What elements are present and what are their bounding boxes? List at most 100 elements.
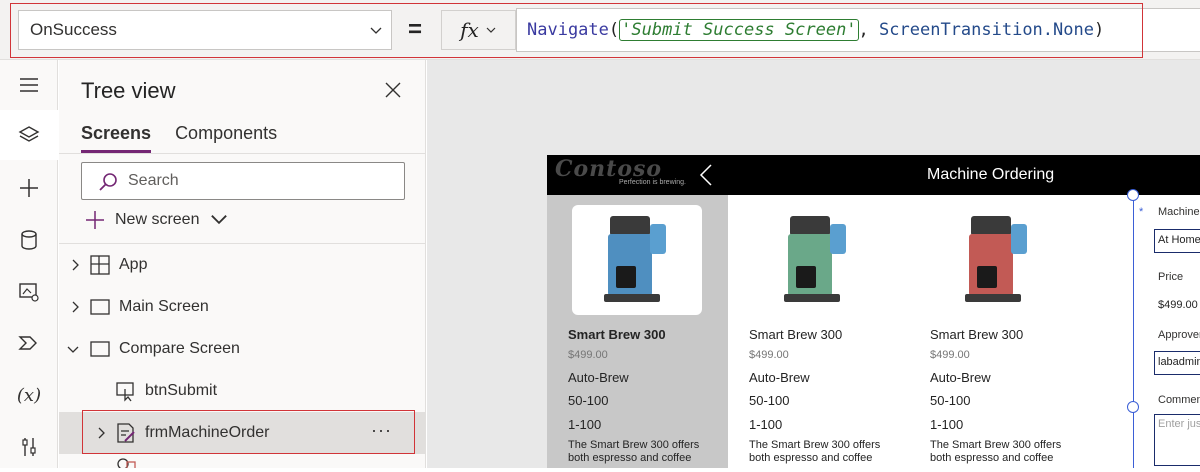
tab-screens[interactable]: Screens	[81, 123, 152, 153]
tree-tabs: Screens Components	[81, 123, 277, 153]
product-range2: 1-100	[568, 417, 602, 432]
product-brew: Auto-Brew	[749, 370, 810, 385]
divider	[59, 153, 426, 154]
tools-icon	[22, 438, 36, 456]
tree-node-app[interactable]: App	[59, 244, 426, 286]
product-desc-line2: both espresso and coffee	[568, 452, 692, 464]
product-name: Smart Brew 300	[930, 327, 1024, 342]
product-range2: 1-100	[930, 417, 964, 432]
menu-icon	[20, 78, 38, 92]
left-rail: (x)	[0, 60, 58, 468]
product-description: The Smart Brew 300 offers both espresso a…	[568, 439, 708, 465]
formula-bar: OnSuccess = fx Navigate('Submit Success …	[0, 0, 1200, 60]
product-range1: 50-100	[568, 393, 609, 408]
tree-node-label: frmMachineOrder	[145, 424, 270, 441]
tagline: Perfection is brewing.	[619, 179, 686, 186]
plus-icon	[86, 211, 104, 229]
new-screen-button[interactable]: New screen	[85, 210, 229, 230]
more-options-button[interactable]: ···	[371, 420, 392, 441]
formula-comma: ,	[858, 20, 880, 40]
app-title: Machine Ordering	[927, 166, 1055, 183]
coffee-machine-icon	[965, 216, 1027, 302]
chevron-down-icon	[370, 27, 382, 34]
chevron-down-icon	[211, 215, 228, 225]
edit-form-icon	[117, 423, 135, 443]
product-desc-line1: The Smart Brew 300 offers	[749, 439, 881, 451]
tree-view-button[interactable]	[0, 110, 58, 160]
resize-handle[interactable]	[1127, 189, 1139, 201]
tree-node-frm-machine-order[interactable]: frmMachineOrder ···	[59, 412, 426, 454]
machine-order-form[interactable]: * Machine At Home Price $499.00 Approver…	[1133, 195, 1200, 468]
required-marker: *	[1139, 206, 1144, 218]
tree-node-label: Main Screen	[119, 298, 209, 315]
product-brew: Auto-Brew	[568, 370, 629, 385]
tree-node-btn-submit[interactable]: btnSubmit	[59, 370, 426, 412]
tree-node-label: Compare Screen	[119, 340, 240, 357]
price-label: Price	[1158, 271, 1184, 283]
power-automate-icon	[18, 336, 37, 350]
product-image	[572, 205, 702, 315]
tree-node-label: App	[119, 256, 148, 273]
advanced-tools-button[interactable]	[0, 422, 58, 472]
new-screen-label: New screen	[115, 211, 200, 228]
tree-view-panel: Tree view Screens Components Search New …	[59, 60, 426, 468]
tree-node-compare-screen[interactable]: Compare Screen	[59, 328, 426, 370]
product-price: $499.00	[930, 349, 970, 361]
product-price: $499.00	[568, 349, 608, 361]
fx-icon: fx	[460, 18, 479, 42]
formula-function: Navigate	[527, 20, 609, 40]
approver-input[interactable]: labadmin	[1154, 351, 1200, 375]
app-icon	[90, 255, 110, 275]
product-description: The Smart Brew 300 offers both espresso a…	[749, 439, 889, 465]
property-value: OnSuccess	[30, 20, 117, 39]
tab-components[interactable]: Components	[175, 123, 277, 153]
comments-input[interactable]: Enter just	[1154, 414, 1200, 466]
search-placeholder: Search	[128, 172, 179, 189]
button-control-icon	[116, 382, 134, 402]
close-icon[interactable]	[385, 82, 401, 98]
formula-input[interactable]: Navigate('Submit Success Screen', Screen…	[516, 8, 1200, 52]
chevron-down-icon	[486, 27, 496, 33]
panel-title: Tree view	[81, 78, 176, 103]
chevron-right-icon	[98, 427, 105, 439]
property-dropdown[interactable]: OnSuccess	[18, 10, 392, 50]
search-icon	[99, 173, 117, 191]
variables-button[interactable]: (x)	[0, 370, 58, 420]
product-range1: 50-100	[930, 393, 971, 408]
formula-close-paren: )	[1093, 20, 1105, 40]
insert-button[interactable]	[0, 163, 58, 213]
coffee-machine-icon	[604, 216, 666, 302]
menu-button[interactable]	[0, 60, 58, 110]
product-desc-line1: The Smart Brew 300 offers	[568, 439, 700, 451]
formula-open-paren: (	[608, 20, 620, 40]
data-button[interactable]	[0, 215, 58, 265]
database-icon	[21, 230, 37, 250]
equals-sign: =	[408, 16, 423, 43]
search-input[interactable]: Search	[81, 162, 405, 200]
tree-node-main-screen[interactable]: Main Screen	[59, 286, 426, 328]
chevron-down-icon	[67, 346, 79, 353]
product-image	[933, 205, 1063, 315]
app-header: Contoso Perfection is brewing. Machine O…	[547, 155, 1200, 195]
product-image	[752, 205, 882, 315]
tree-node-partial[interactable]	[59, 454, 426, 468]
media-icon	[19, 283, 39, 302]
product-range2: 1-100	[749, 417, 783, 432]
formula-string-arg: 'Submit Success Screen'	[619, 19, 859, 41]
resize-handle[interactable]	[1127, 401, 1139, 413]
product-name: Smart Brew 300	[568, 327, 666, 342]
product-desc-line2: both espresso and coffee	[930, 452, 1054, 464]
product-price: $499.00	[749, 349, 789, 361]
price-value: $499.00	[1158, 299, 1198, 311]
product-name: Smart Brew 300	[749, 327, 843, 342]
control-icon	[117, 458, 136, 468]
machine-input[interactable]: At Home	[1154, 229, 1200, 253]
comments-label: Comments	[1158, 394, 1200, 406]
fx-button[interactable]: fx	[441, 10, 516, 50]
screen-icon	[90, 299, 110, 315]
power-automate-button[interactable]	[0, 318, 58, 368]
formula-transition-arg: ScreenTransition.None	[879, 20, 1094, 40]
product-desc-line2: both espresso and coffee	[749, 452, 873, 464]
media-button[interactable]	[0, 267, 58, 317]
back-chevron-icon[interactable]	[699, 164, 713, 186]
